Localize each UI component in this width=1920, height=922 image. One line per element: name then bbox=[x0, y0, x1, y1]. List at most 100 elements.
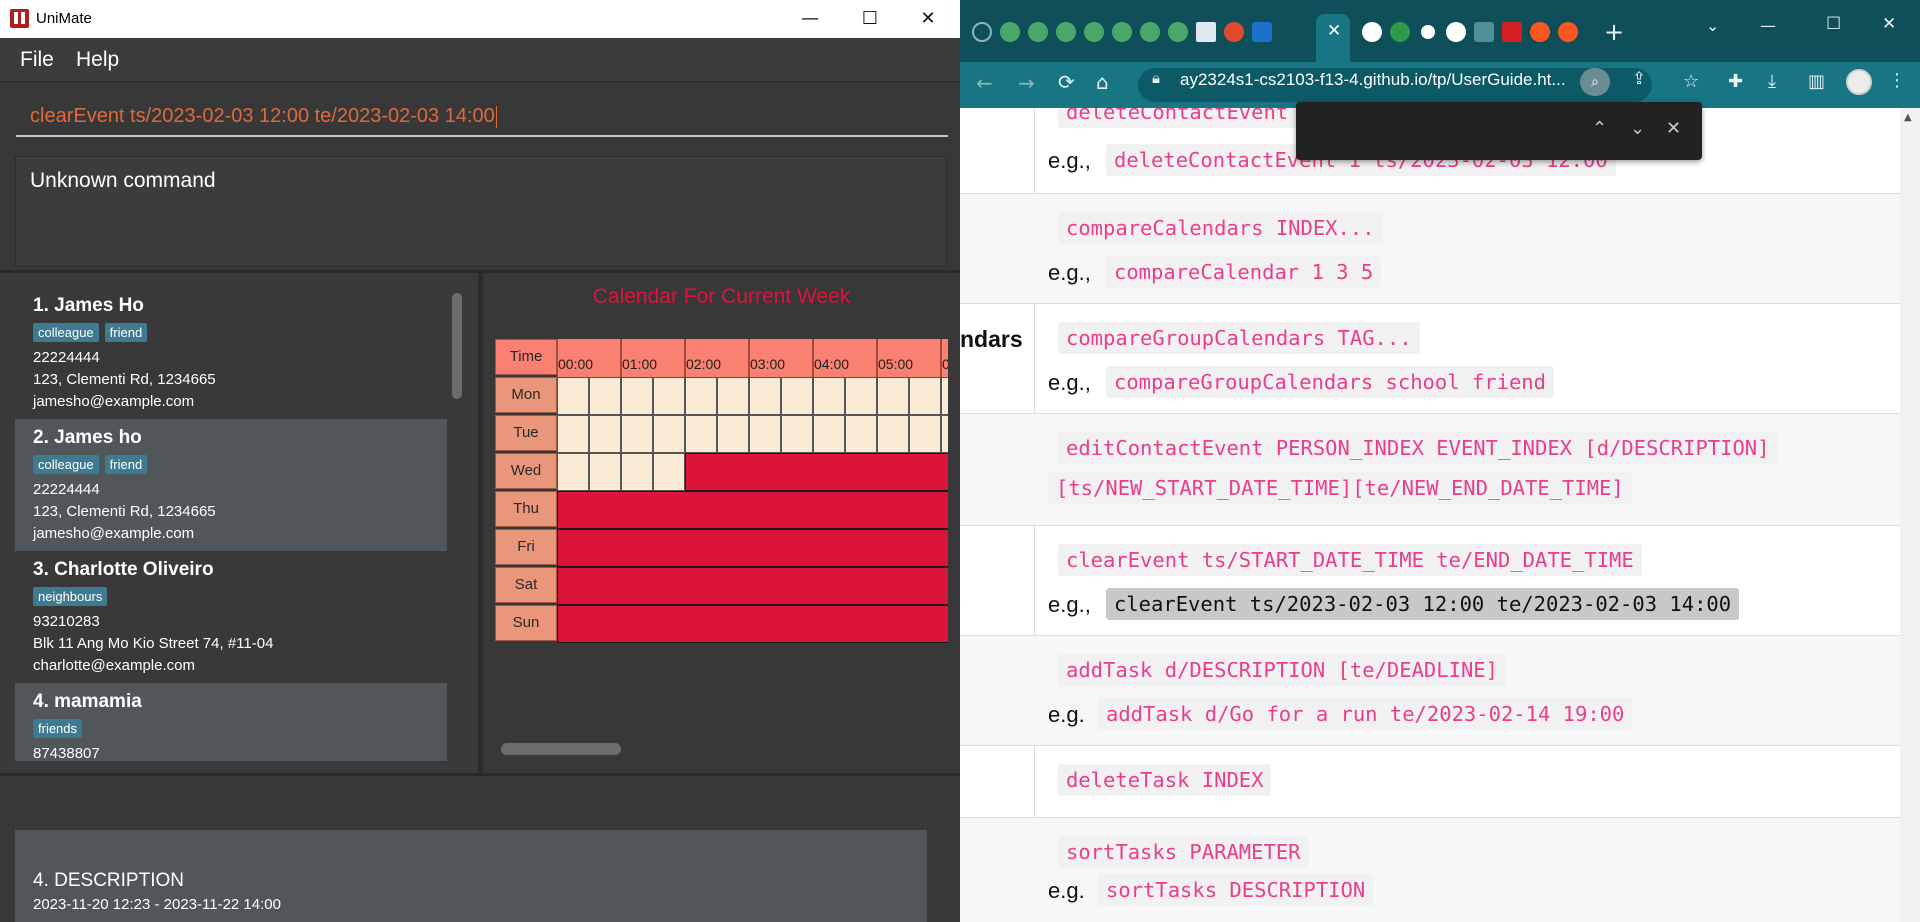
browser-window: ✕ + ⌄ — ☐ ✕ ← → ⟳ ⌂ ☆ ✚ ⤓ ▥ ⋮ 🔒︎ ay2324s… bbox=[960, 0, 1920, 922]
person-email: jamesho@example.com bbox=[33, 393, 195, 410]
result-display: Unknown command bbox=[15, 156, 947, 267]
command-area: clearEvent ts/2023-02-03 12:00 te/2023-0… bbox=[0, 83, 960, 149]
tab-close-icon[interactable]: ✕ bbox=[1327, 21, 1341, 41]
minimize-button[interactable]: — bbox=[786, 0, 834, 38]
day-label: Thu bbox=[495, 491, 557, 527]
maximize-button[interactable]: ☐ bbox=[1826, 14, 1841, 34]
pdf-icon[interactable] bbox=[1502, 22, 1522, 42]
share-icon[interactable]: ⇪ bbox=[1632, 69, 1646, 89]
reddit-icon[interactable] bbox=[1558, 22, 1578, 42]
find-close-icon[interactable]: ✕ bbox=[1666, 118, 1681, 139]
minimize-button[interactable]: — bbox=[1760, 16, 1776, 35]
close-button[interactable]: ✕ bbox=[904, 0, 952, 38]
chart-icon[interactable] bbox=[1474, 22, 1494, 42]
tag: friend bbox=[104, 323, 148, 342]
hour-label: 0 bbox=[941, 339, 948, 377]
free-slot bbox=[653, 377, 685, 415]
person-address: Blk 11 Ang Mo Kio Street 74, #11-04 bbox=[33, 635, 274, 652]
globe-icon[interactable] bbox=[1028, 22, 1048, 42]
find-previous-icon[interactable]: ⌃ bbox=[1592, 118, 1607, 139]
person-phone: 22224444 bbox=[33, 349, 100, 366]
find-bar[interactable]: ⌃ ⌄ ✕ bbox=[1296, 102, 1702, 160]
outlook-icon[interactable] bbox=[1252, 22, 1272, 42]
event-card[interactable]: 4. DESCRIPTION 2023-11-20 12:23 - 2023-1… bbox=[15, 830, 927, 922]
command-text: clearEvent ts/2023-02-03 12:00 te/2023-0… bbox=[30, 105, 495, 127]
free-slot bbox=[557, 415, 589, 453]
event-card[interactable] bbox=[15, 786, 927, 828]
tag: neighbours bbox=[33, 587, 108, 606]
person-card[interactable]: 3. Charlotte Oliveiro neighbours 9321028… bbox=[15, 551, 447, 683]
unimate-window: UniMate — ☐ ✕ File Help clearEvent ts/20… bbox=[0, 0, 960, 922]
free-slot bbox=[685, 415, 717, 453]
example-label: e.g., bbox=[1048, 260, 1091, 285]
table-row: clearEvent ts/START_DATE_TIME te/END_DAT… bbox=[960, 526, 1900, 636]
tab-search-icon[interactable]: ⌄ bbox=[1706, 16, 1719, 35]
graduation-cap-icon[interactable] bbox=[1390, 22, 1410, 42]
screen: UniMate — ☐ ✕ File Help clearEvent ts/20… bbox=[0, 0, 1920, 922]
command-code: addTask d/DESCRIPTION [te/DEADLINE] bbox=[1058, 654, 1506, 686]
page-scrollbar[interactable] bbox=[1900, 108, 1920, 922]
day-label: Wed bbox=[495, 453, 557, 489]
menu-file[interactable]: File bbox=[20, 48, 54, 72]
hour-label: 02:00 bbox=[685, 339, 749, 377]
command-code: sortTasks PARAMETER bbox=[1058, 836, 1309, 868]
example-code-highlighted: clearEvent ts/2023-02-03 12:00 te/2023-0… bbox=[1106, 588, 1740, 620]
github-icon[interactable] bbox=[1362, 22, 1382, 42]
lock-icon[interactable]: 🔒︎ bbox=[1152, 69, 1160, 87]
calendar-scrollbar[interactable] bbox=[501, 743, 621, 755]
bookmark-star-icon[interactable]: ☆ bbox=[1683, 71, 1699, 92]
person-card[interactable]: 2. James ho colleague friend 22224444 123… bbox=[15, 419, 447, 551]
free-slot bbox=[781, 377, 813, 415]
close-button[interactable]: ✕ bbox=[1882, 14, 1896, 34]
reload-icon[interactable]: ⟳ bbox=[1058, 70, 1075, 94]
extensions-icon[interactable]: ✚ bbox=[1728, 71, 1743, 92]
avatar[interactable] bbox=[1846, 69, 1872, 95]
new-tab-button[interactable]: + bbox=[1604, 18, 1624, 46]
side-panel-icon[interactable]: ▥ bbox=[1808, 71, 1825, 92]
free-slot bbox=[877, 415, 909, 453]
globe-icon[interactable] bbox=[1112, 22, 1132, 42]
free-slot bbox=[941, 415, 948, 453]
globe-icon[interactable] bbox=[1000, 22, 1020, 42]
at-sign-icon[interactable] bbox=[1418, 22, 1438, 42]
url-text[interactable]: ay2324s1-cs2103-f13-4.github.io/tp/UserG… bbox=[1180, 70, 1566, 90]
person-list: 1. James Ho colleague friend 22224444 123… bbox=[15, 287, 447, 761]
person-card[interactable]: 1. James Ho colleague friend 22224444 123… bbox=[15, 287, 447, 419]
table-row: deleteTask INDEX bbox=[960, 746, 1900, 818]
download-icon[interactable]: ⤓ bbox=[1768, 71, 1776, 92]
forward-icon[interactable]: → bbox=[1018, 71, 1035, 95]
person-list-panel: 1. James Ho colleague friend 22224444 123… bbox=[0, 273, 478, 773]
globe-icon[interactable] bbox=[1168, 22, 1188, 42]
scroll-up-icon[interactable]: ▲ bbox=[1904, 112, 1912, 123]
find-in-page-icon[interactable]: ⌕ bbox=[1580, 68, 1610, 96]
github-icon[interactable] bbox=[1446, 22, 1466, 42]
maximize-button[interactable]: ☐ bbox=[846, 0, 894, 38]
free-slot bbox=[813, 415, 845, 453]
back-icon[interactable]: ← bbox=[976, 71, 993, 95]
globe-icon[interactable] bbox=[1084, 22, 1104, 42]
reddit-icon[interactable] bbox=[1530, 22, 1550, 42]
hour-label: 03:00 bbox=[749, 339, 813, 377]
loading-icon[interactable] bbox=[972, 22, 992, 42]
globe-icon[interactable] bbox=[1056, 22, 1076, 42]
find-next-icon[interactable]: ⌄ bbox=[1630, 118, 1645, 139]
menu-help[interactable]: Help bbox=[76, 48, 119, 72]
snowflake-icon[interactable] bbox=[1196, 22, 1216, 42]
tag: colleague bbox=[33, 323, 99, 342]
gear-red-icon[interactable] bbox=[1224, 22, 1244, 42]
menu-kebab-icon[interactable]: ⋮ bbox=[1888, 70, 1906, 91]
feature-name-partial: ndars bbox=[960, 326, 1023, 352]
event-title: 4. DESCRIPTION bbox=[33, 870, 184, 891]
home-icon[interactable]: ⌂ bbox=[1096, 70, 1109, 94]
command-code: deleteContactEvent bbox=[1058, 108, 1297, 128]
person-list-scrollbar[interactable] bbox=[452, 293, 462, 399]
day-label: Tue bbox=[495, 415, 557, 451]
command-code: compareCalendars INDEX... bbox=[1058, 212, 1383, 244]
person-email: charlotte@example.com bbox=[33, 657, 195, 674]
day-label: Sat bbox=[495, 567, 557, 603]
person-card[interactable]: 4. mamamia friends 87438807 bbox=[15, 683, 447, 761]
result-text: Unknown command bbox=[30, 169, 216, 192]
hour-label: 04:00 bbox=[813, 339, 877, 377]
globe-icon[interactable] bbox=[1140, 22, 1160, 42]
command-input[interactable]: clearEvent ts/2023-02-03 12:00 te/2023-0… bbox=[16, 95, 948, 137]
